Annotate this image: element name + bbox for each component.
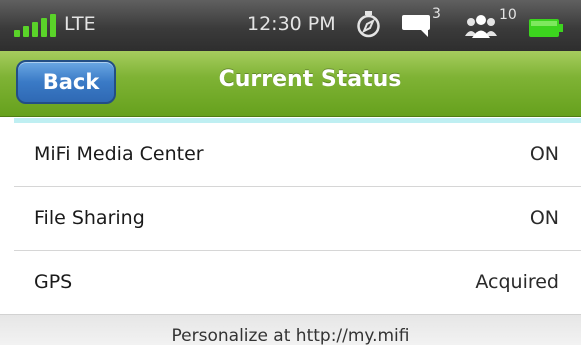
message-icon — [402, 15, 430, 37]
row-label: File Sharing — [34, 207, 145, 229]
connected-users-count: 10 — [499, 7, 517, 23]
nav-header: Back Current Status — [0, 51, 581, 117]
list-item-file-sharing[interactable]: File Sharing ON — [14, 187, 581, 251]
compass-icon — [357, 11, 380, 38]
back-button[interactable]: Back — [0, 59, 116, 105]
row-value: ON — [529, 143, 559, 165]
clock: 12:30 PM — [247, 13, 336, 35]
page-title: Current Status — [218, 67, 402, 92]
row-value: Acquired — [475, 271, 559, 293]
back-arrow-icon — [0, 59, 43, 105]
footer-link[interactable]: Personalize at http://my.mifi — [0, 326, 581, 345]
battery-icon — [529, 19, 563, 37]
list-item-mifi-media-center[interactable]: MiFi Media Center ON — [14, 123, 581, 187]
footer-bar: Personalize at http://my.mifi — [0, 314, 581, 345]
people-icon — [465, 15, 497, 38]
network-type: LTE — [64, 13, 96, 35]
back-button-label: Back — [42, 70, 100, 94]
row-label: GPS — [34, 271, 73, 293]
status-list: MiFi Media Center ON File Sharing ON GPS… — [14, 118, 581, 315]
row-value: ON — [529, 207, 559, 229]
message-count: 3 — [432, 6, 441, 22]
list-left-margin — [0, 118, 14, 314]
list-item-gps[interactable]: GPS Acquired — [14, 251, 581, 315]
signal-icon — [14, 13, 60, 37]
status-bar: LTE 12:30 PM 3 10 — [0, 0, 581, 51]
row-label: MiFi Media Center — [34, 143, 204, 165]
